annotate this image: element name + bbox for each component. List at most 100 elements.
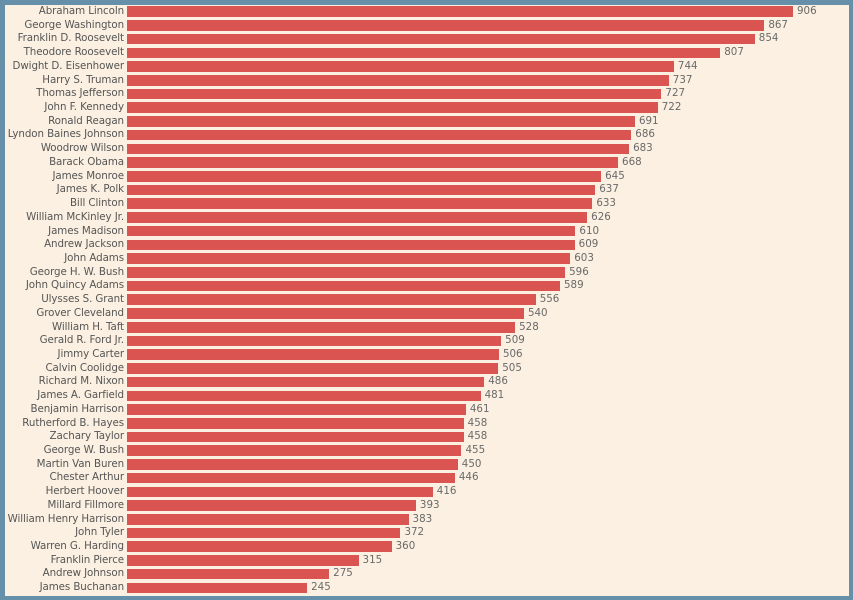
bar[interactable] bbox=[127, 280, 560, 292]
bar-category-label: William H. Taft bbox=[52, 320, 124, 333]
bar-category-label: Gerald R. Ford Jr. bbox=[39, 334, 124, 347]
bar[interactable] bbox=[127, 555, 359, 566]
bar[interactable] bbox=[127, 61, 674, 72]
bar[interactable] bbox=[127, 198, 593, 210]
bar[interactable] bbox=[127, 225, 576, 237]
bar[interactable] bbox=[127, 321, 516, 333]
bar-category-label: Herbert Hoover bbox=[45, 485, 124, 498]
bar[interactable] bbox=[127, 6, 793, 17]
bar[interactable] bbox=[127, 143, 630, 155]
bar-track: 458 bbox=[127, 417, 849, 431]
bar[interactable] bbox=[127, 417, 464, 429]
bar[interactable] bbox=[127, 404, 466, 415]
bar[interactable] bbox=[127, 116, 635, 127]
bar-value-label: 458 bbox=[467, 416, 488, 429]
bar-track: 245 bbox=[127, 581, 849, 595]
bar-track: 610 bbox=[127, 225, 849, 239]
bar-category-label: George H. W. Bush bbox=[29, 265, 124, 278]
bar[interactable] bbox=[127, 376, 485, 388]
bar-row: James Madison 610 bbox=[5, 225, 849, 239]
bar-value-label: 683 bbox=[633, 142, 653, 155]
bar[interactable] bbox=[127, 513, 409, 525]
bar[interactable] bbox=[127, 459, 458, 470]
bar[interactable] bbox=[127, 74, 669, 86]
bar[interactable] bbox=[127, 445, 462, 456]
bar[interactable] bbox=[127, 267, 566, 278]
bar-track: 450 bbox=[127, 458, 849, 472]
bar-category-label: Ronald Reagan bbox=[48, 114, 124, 127]
bar[interactable] bbox=[127, 500, 416, 511]
bar-category-label: Andrew Johnson bbox=[42, 567, 124, 580]
bar-category-label: Benjamin Harrison bbox=[30, 402, 125, 415]
bar[interactable] bbox=[127, 184, 596, 196]
bar[interactable] bbox=[127, 335, 502, 347]
bar-category-label: Thomas Jefferson bbox=[36, 87, 124, 100]
bar-value-label: 645 bbox=[605, 169, 625, 182]
bar[interactable] bbox=[127, 431, 464, 443]
bar[interactable] bbox=[127, 308, 524, 319]
bar[interactable] bbox=[127, 102, 658, 114]
bar[interactable] bbox=[127, 20, 765, 31]
bar-track: 360 bbox=[127, 540, 849, 554]
bar-value-label: 737 bbox=[672, 73, 693, 86]
bar-value-label: 383 bbox=[412, 512, 433, 525]
bar-row: William McKinley Jr. 626 bbox=[5, 211, 849, 225]
bar-value-label: 455 bbox=[465, 444, 486, 456]
bar-value-label: 481 bbox=[484, 389, 505, 402]
bar-row: Benjamin Harrison 461 bbox=[5, 403, 849, 417]
bar-row: William H. Taft 528 bbox=[5, 321, 849, 335]
bar-track: 372 bbox=[127, 526, 849, 540]
bar[interactable] bbox=[127, 472, 455, 484]
bar-track: 540 bbox=[127, 307, 849, 321]
bar[interactable] bbox=[127, 527, 401, 539]
bar[interactable] bbox=[127, 129, 632, 141]
bar-value-label: 596 bbox=[569, 265, 589, 278]
bar-row: James Monroe 645 bbox=[5, 170, 849, 184]
bar[interactable] bbox=[127, 486, 433, 498]
bar-value-label: 854 bbox=[758, 32, 779, 45]
bar-value-label: 446 bbox=[458, 471, 479, 484]
bar[interactable] bbox=[127, 582, 308, 594]
bar-value-label: 637 bbox=[599, 183, 619, 196]
bar-row: John F. Kennedy 722 bbox=[5, 101, 849, 115]
bar[interactable] bbox=[127, 568, 330, 580]
bar[interactable] bbox=[127, 33, 755, 45]
bar-row: James Buchanan 245 bbox=[5, 581, 849, 595]
bar-value-label: 509 bbox=[505, 334, 525, 347]
bar[interactable] bbox=[127, 363, 499, 374]
bar-track: 458 bbox=[127, 430, 849, 444]
bar-row: William Henry Harrison 383 bbox=[5, 513, 849, 527]
bar-category-label: William Henry Harrison bbox=[7, 512, 125, 525]
bar[interactable] bbox=[127, 253, 571, 264]
bar-value-label: 461 bbox=[469, 402, 490, 415]
bar-track: 446 bbox=[127, 471, 849, 485]
bar-value-label: 393 bbox=[419, 498, 440, 511]
bar-row: Andrew Johnson 275 bbox=[5, 567, 849, 581]
bar-track: 691 bbox=[127, 115, 849, 129]
bar[interactable] bbox=[127, 157, 619, 168]
bar-category-label: Lyndon Baines Johnson bbox=[7, 128, 124, 141]
bar[interactable] bbox=[127, 239, 575, 251]
bar[interactable] bbox=[127, 349, 499, 360]
bar[interactable] bbox=[127, 171, 602, 182]
bar-category-label: James Buchanan bbox=[39, 581, 125, 594]
bar-category-label: Rutherford B. Hayes bbox=[22, 416, 124, 429]
bar-track: 668 bbox=[127, 156, 849, 170]
bar[interactable] bbox=[127, 390, 481, 402]
bar[interactable] bbox=[127, 294, 536, 306]
bar[interactable] bbox=[127, 47, 721, 59]
bar[interactable] bbox=[127, 212, 588, 223]
bar-value-label: 686 bbox=[635, 128, 655, 141]
bar-category-label: Harry S. Truman bbox=[42, 73, 124, 86]
bar[interactable] bbox=[127, 88, 662, 100]
bar[interactable] bbox=[127, 541, 392, 553]
bar-value-label: 867 bbox=[768, 18, 788, 31]
bar-category-label: Dwight D. Eisenhower bbox=[12, 59, 125, 72]
bar-category-label: Jimmy Carter bbox=[57, 347, 125, 360]
bar-track: 645 bbox=[127, 170, 849, 184]
bar-track: 486 bbox=[127, 375, 849, 389]
bar-track: 744 bbox=[127, 60, 849, 74]
bar-row: James K. Polk 637 bbox=[5, 183, 849, 197]
bar-row: Martin Van Buren 450 bbox=[5, 458, 849, 472]
bar-row: James A. Garfield 481 bbox=[5, 389, 849, 403]
